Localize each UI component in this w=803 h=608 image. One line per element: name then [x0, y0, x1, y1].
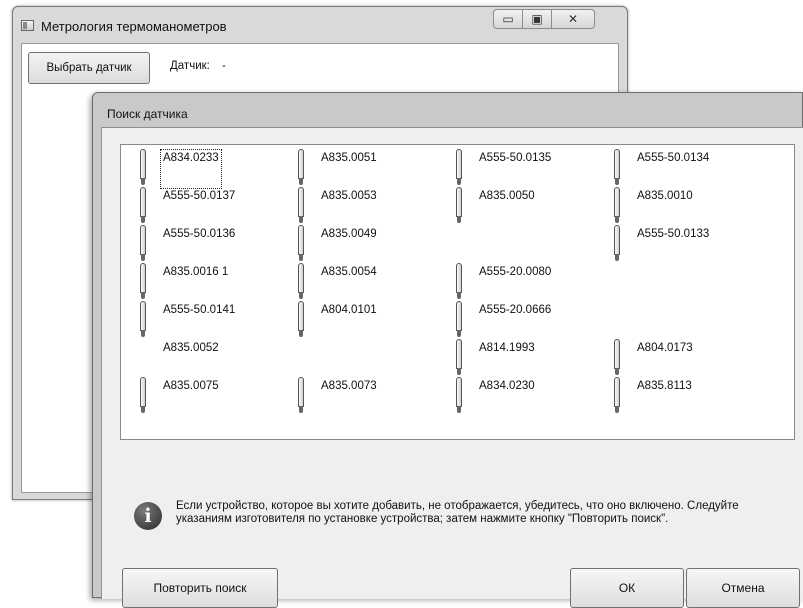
thermometer-icon	[297, 377, 305, 413]
sensor-list-item[interactable]: А835.8113	[613, 377, 763, 417]
dialog-title: Поиск датчика	[107, 107, 188, 121]
sensor-name: А555-50.0135	[479, 152, 552, 164]
sensor-name: А834.0233	[160, 149, 222, 189]
sensor-list-item[interactable]: А835.0049	[297, 225, 447, 265]
thermometer-icon	[139, 301, 147, 337]
sensor-list-item[interactable]: А835.0052	[139, 339, 289, 379]
thermometer-icon	[297, 149, 305, 185]
sensor-list-item[interactable]: А835.0054	[297, 263, 447, 303]
thermometer-icon	[297, 225, 305, 261]
ok-button[interactable]: ОК	[570, 568, 684, 608]
sensor-list-item[interactable]: А835.0010	[613, 187, 763, 227]
sensor-name: А555-50.0141	[163, 304, 236, 316]
thermometer-icon	[139, 263, 147, 299]
close-button[interactable]: ✕	[551, 9, 595, 29]
select-sensor-button[interactable]: Выбрать датчик	[28, 52, 150, 84]
sensor-list-item[interactable]: А834.0230	[455, 377, 605, 417]
window-title: Метрология термоманометров	[41, 19, 227, 34]
sensor-name: А814.1993	[479, 342, 535, 354]
cancel-button[interactable]: Отмена	[686, 568, 800, 608]
thermometer-icon	[455, 377, 463, 413]
sensor-value: -	[222, 60, 226, 72]
thermometer-icon	[455, 339, 463, 375]
sensor-search-dialog: Поиск датчика А834.0233 А835.0051 А555-50.…	[92, 92, 803, 608]
app-icon	[21, 20, 34, 31]
sensor-list-item[interactable]: А555-50.0137	[139, 187, 289, 227]
sensor-name: А835.0073	[321, 380, 377, 392]
sensor-name: А835.0053	[321, 190, 377, 202]
sensor-name: А835.0010	[637, 190, 693, 202]
minimize-button[interactable]: ▭	[493, 9, 523, 29]
thermometer-icon	[139, 377, 147, 413]
thermometer-icon	[455, 149, 463, 185]
thermometer-icon	[613, 225, 621, 261]
close-icon: ✕	[567, 12, 579, 26]
sensor-list-item[interactable]: А814.1993	[455, 339, 605, 379]
sensor-name: А835.0049	[321, 228, 377, 240]
sensor-list-item[interactable]: А835.0073	[297, 377, 447, 417]
sensor-name: А835.8113	[637, 380, 692, 392]
sensor-list[interactable]: А834.0233 А835.0051 А555-50.0135 А555-50.01…	[120, 144, 795, 440]
sensor-name: А835.0052	[163, 342, 219, 354]
sensor-list-item[interactable]: А835.0075	[139, 377, 289, 417]
sensor-list-item[interactable]: А835.0053	[297, 187, 447, 227]
sensor-list-item[interactable]: А555-50.0136	[139, 225, 289, 265]
maximize-button[interactable]: ▣	[522, 9, 552, 29]
sensor-name: А834.0230	[479, 380, 535, 392]
thermometer-icon	[613, 377, 621, 413]
sensor-name: А835.0075	[163, 380, 219, 392]
info-icon: i	[134, 502, 162, 530]
sensor-list-item[interactable]: А555-20.0080	[455, 263, 605, 303]
thermometer-icon	[613, 339, 621, 375]
thermometer-icon	[455, 187, 463, 223]
sensor-list-item[interactable]: А834.0233	[139, 149, 289, 189]
thermometer-icon	[455, 263, 463, 299]
dialog-body: А834.0233 А835.0051 А555-50.0135 А555-50.01…	[101, 127, 803, 608]
thermometer-icon	[139, 149, 147, 185]
sensor-list-item[interactable]: А835.0051	[297, 149, 447, 189]
sensor-name: А835.0016 1	[163, 266, 229, 278]
sensor-list-item[interactable]: А835.0016 1	[139, 263, 289, 303]
sensor-name: А835.0051	[321, 152, 377, 164]
thermometer-icon	[139, 225, 147, 261]
sensor-name: А555-50.0137	[163, 190, 236, 202]
sensor-name: А835.0054	[321, 266, 377, 278]
sensor-name: А555-20.0080	[479, 266, 552, 278]
sensor-name: А555-50.0133	[637, 228, 710, 240]
sensor-list-item[interactable]: А555-50.0135	[455, 149, 605, 189]
sensor-list-item[interactable]: А804.0173	[613, 339, 763, 379]
sensor-list-item[interactable]: А835.0050	[455, 187, 605, 227]
sensor-list-item[interactable]: А555-50.0141	[139, 301, 289, 341]
thermometer-icon	[613, 149, 621, 185]
sensor-name: А804.0101	[321, 304, 377, 316]
retry-search-button[interactable]: Повторить поиск	[122, 568, 278, 608]
minimize-icon: ▭	[502, 12, 514, 26]
thermometer-icon	[297, 301, 305, 337]
sensor-list-item[interactable]: А555-50.0133	[613, 225, 763, 265]
thermometer-icon	[139, 187, 147, 223]
sensor-name: А555-50.0136	[163, 228, 236, 240]
thermometer-icon	[613, 187, 621, 223]
sensor-label: Датчик:	[170, 60, 210, 72]
sensor-name: А835.0050	[479, 190, 535, 202]
sensor-name: А555-20.0666	[479, 304, 552, 316]
sensor-name: А804.0173	[637, 342, 693, 354]
maximize-icon: ▣	[531, 12, 543, 26]
sensor-list-item[interactable]: А804.0101	[297, 301, 447, 341]
sensor-name: А555-50.0134	[637, 152, 710, 164]
thermometer-icon	[297, 263, 305, 299]
window-caption-buttons: ▭ ▣ ✕	[493, 9, 595, 29]
thermometer-icon	[455, 301, 463, 337]
thermometer-icon	[297, 187, 305, 223]
sensor-list-item[interactable]: А555-20.0666	[455, 301, 605, 341]
sensor-list-item[interactable]: А555-50.0134	[613, 149, 763, 189]
info-message: Если устройство, которое вы хотите добав…	[176, 500, 739, 525]
